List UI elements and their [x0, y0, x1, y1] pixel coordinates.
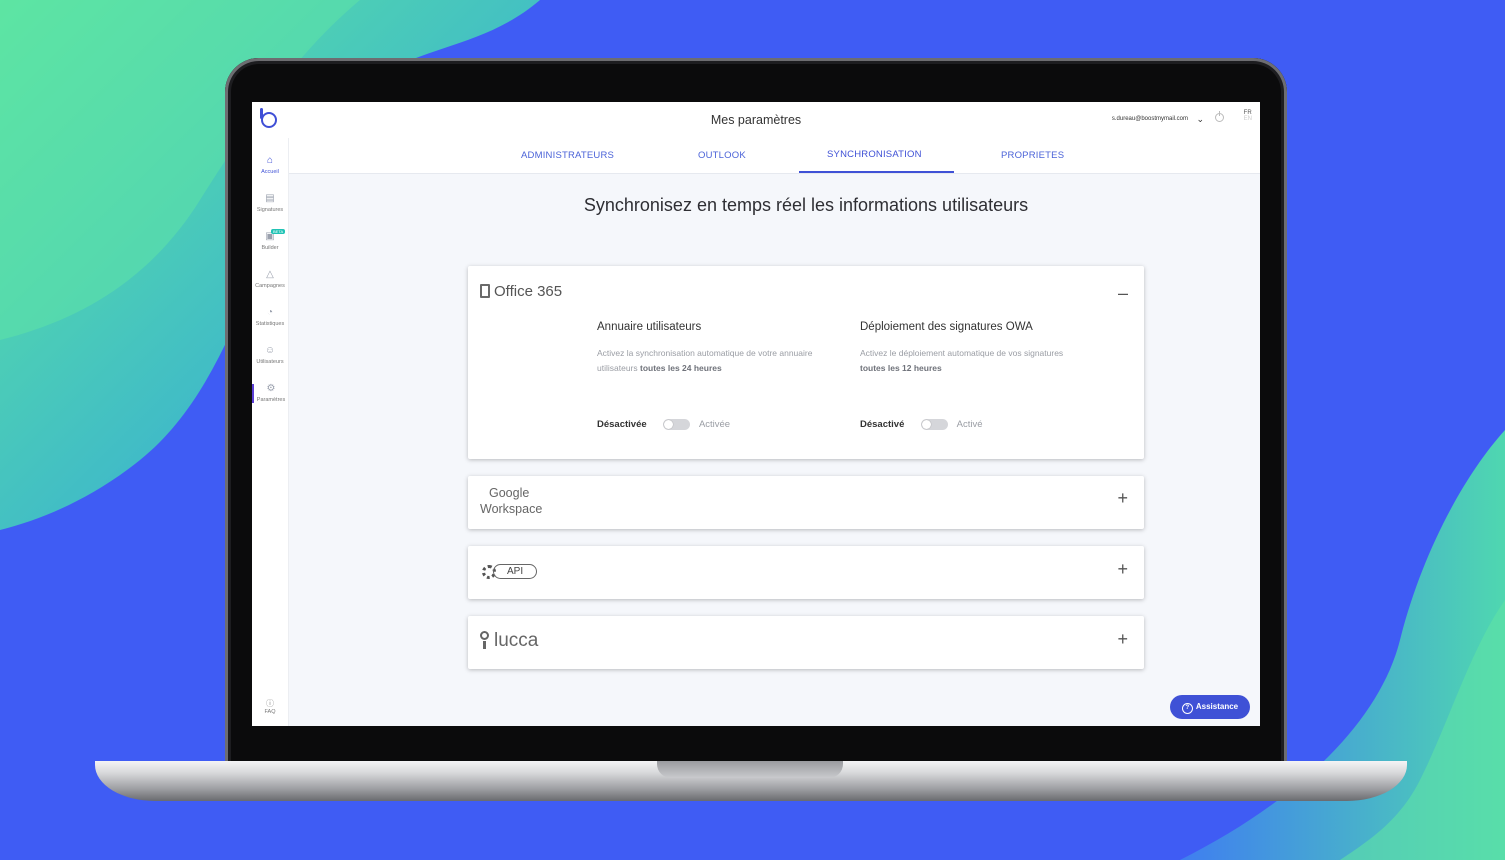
office365-card: Office 365 – Annuaire utilisateurs Activ… — [468, 266, 1144, 459]
collapse-button[interactable]: – — [1118, 283, 1128, 304]
sidebar-item-label: Statistiques — [255, 321, 285, 327]
office365-label: Office 365 — [494, 283, 563, 300]
pie-chart-icon: ◔ — [266, 307, 274, 318]
owa-toggle-row: Désactivé Activé — [860, 419, 983, 430]
sidebar-item-utilisateurs[interactable]: ☺ Utilisateurs — [252, 345, 288, 366]
language-switcher[interactable]: FR EN — [1244, 110, 1252, 122]
api-label: API — [493, 564, 538, 580]
lucca-pin-icon — [480, 631, 489, 649]
lucca-label: lucca — [494, 630, 539, 651]
active-tab-indicator — [799, 171, 954, 173]
assistance-button[interactable]: ? Assistance — [1170, 695, 1250, 719]
sidebar-item-accueil[interactable]: ⌂ Accueil — [252, 155, 288, 176]
google-workspace-logo: Google Workspace — [480, 485, 542, 517]
lucca-card[interactable]: lucca + — [468, 616, 1144, 669]
google-label: Google — [489, 486, 530, 500]
directory-description: Activez la synchronisation automatique d… — [597, 346, 827, 375]
tab-outlook[interactable]: OUTLOOK — [698, 150, 746, 161]
section-heading: Synchronisez en temps réel les informati… — [583, 195, 1029, 215]
faq-link[interactable]: ⓘ FAQ — [252, 698, 288, 715]
directory-sync-toggle[interactable] — [663, 419, 691, 430]
directory-off-label: Désactivée — [597, 419, 647, 430]
owa-off-label: Désactivé — [860, 419, 905, 430]
api-card[interactable]: API + — [468, 546, 1144, 599]
directory-toggle-row: Désactivée Activée — [597, 419, 730, 430]
expand-button[interactable]: + — [1117, 559, 1128, 580]
power-icon[interactable] — [1215, 111, 1224, 122]
expand-button[interactable]: + — [1117, 629, 1128, 650]
sidebar-item-label: Builder — [261, 245, 279, 251]
app-screen: Mes paramètres s.dureau@boostmymail.com … — [252, 102, 1260, 726]
top-bar: Mes paramètres s.dureau@boostmymail.com … — [252, 102, 1260, 139]
tab-synchronisation[interactable]: SYNCHRONISATION — [827, 149, 922, 160]
owa-title: Déploiement des signatures OWA — [860, 321, 1033, 333]
sidebar-item-builder[interactable]: ▣ BETA Builder — [252, 229, 288, 251]
sidebar-item-label: Paramètres — [256, 397, 286, 403]
page-title: Mes paramètres — [710, 113, 802, 127]
api-logo: API — [482, 563, 538, 581]
assistance-label: Assistance — [1195, 702, 1239, 711]
expand-button[interactable]: + — [1117, 488, 1128, 509]
gear-icon: ⚙ — [266, 383, 276, 394]
directory-desc-bold: toutes les 24 heures — [640, 362, 722, 373]
sidebar-item-label: Campagnes — [255, 283, 285, 289]
sidebar-item-parametres[interactable]: ⚙ Paramètres — [252, 384, 288, 403]
laptop-notch — [657, 761, 843, 778]
sidebar-item-label: Utilisateurs — [256, 359, 284, 365]
user-email[interactable]: s.dureau@boostmymail.com — [1112, 116, 1188, 122]
chevron-down-icon[interactable]: ⌄ — [1196, 114, 1204, 125]
help-icon: ⓘ — [266, 699, 274, 708]
sidebar-item-statistiques[interactable]: ◔ Statistiques — [252, 307, 288, 328]
sidebar-item-label: Accueil — [261, 169, 279, 175]
office-icon — [480, 284, 490, 298]
tab-administrateurs[interactable]: ADMINISTRATEURS — [521, 150, 614, 161]
owa-desc-text: Activez le déploiement automatique de vo… — [860, 348, 1064, 358]
owa-desc-bold: toutes les 12 heures — [860, 362, 942, 373]
owa-on-label: Activé — [956, 419, 983, 430]
tab-proprietes[interactable]: PROPRIETES — [1001, 150, 1064, 161]
users-icon: ☺ — [264, 345, 276, 356]
google-workspace-card[interactable]: Google Workspace + — [468, 476, 1144, 529]
megaphone-icon: △ — [266, 269, 274, 280]
directory-title: Annuaire utilisateurs — [597, 321, 702, 333]
home-icon: ⌂ — [266, 155, 274, 166]
faq-label: FAQ — [264, 709, 276, 715]
lucca-logo: lucca — [480, 630, 538, 652]
workspace-label: Workspace — [480, 502, 543, 516]
lang-other[interactable]: EN — [1244, 116, 1252, 122]
owa-deploy-toggle[interactable] — [921, 419, 949, 430]
question-icon: ? — [1181, 703, 1193, 714]
beta-badge: BETA — [271, 229, 286, 234]
owa-description: Activez le déploiement automatique de vo… — [860, 346, 1090, 375]
settings-tabs: ADMINISTRATEURS OUTLOOK SYNCHRONISATION … — [288, 138, 1260, 174]
sidebar: ⌂ Accueil ▤ Signatures ▣ BETA Builder △ … — [252, 138, 289, 726]
office365-logo[interactable]: Office 365 — [480, 283, 562, 300]
directory-on-label: Activée — [698, 419, 731, 430]
sidebar-item-campagnes[interactable]: △ Campagnes — [252, 269, 288, 290]
